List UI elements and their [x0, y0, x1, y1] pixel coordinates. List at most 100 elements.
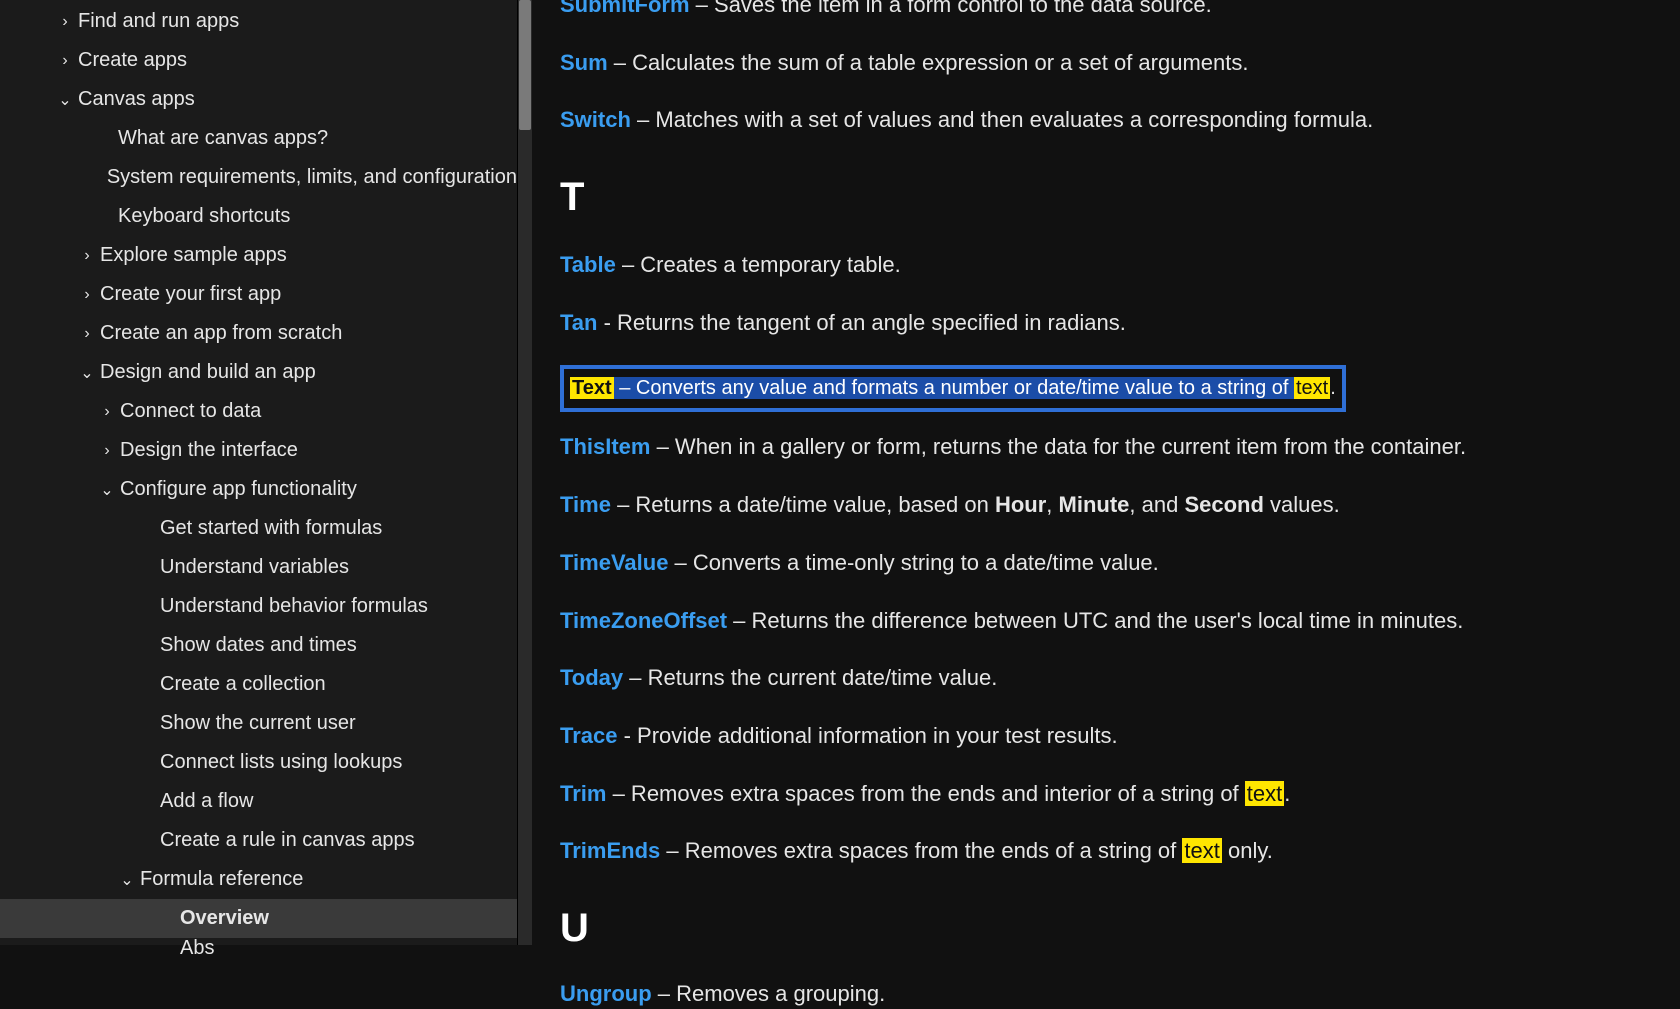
doc-content: SubmitForm – Saves the item in a form co… — [560, 0, 1660, 945]
nav-item-configure-app-functionality[interactable]: ⌄Configure app functionality — [0, 470, 517, 509]
fn-tan: Tan - Returns the tangent of an angle sp… — [560, 308, 1660, 338]
nav-item-keyboard-shortcuts[interactable]: Keyboard shortcuts — [0, 197, 517, 236]
nav-item-abs[interactable]: Abs — [0, 938, 517, 958]
bold-minute: Minute — [1059, 492, 1130, 517]
fn-ungroup: Ungroup – Removes a grouping. — [560, 979, 1660, 1009]
nav-label: System requirements, limits, and configu… — [107, 166, 517, 189]
fn-desc: – Returns the current date/time value. — [623, 665, 997, 690]
fn-link-table[interactable]: Table — [560, 252, 616, 277]
nav-sidebar: ›Find and run apps›Create apps⌄Canvas ap… — [0, 0, 518, 945]
nav-item-explore-sample-apps[interactable]: › Explore sample apps — [0, 236, 517, 275]
fn-timevalue: TimeValue – Converts a time-only string … — [560, 548, 1660, 578]
nav-label: Explore sample apps — [100, 244, 287, 267]
nav-item-connect-to-data[interactable]: ›Connect to data — [0, 392, 517, 431]
nav-label: Design and build an app — [100, 361, 316, 384]
fn-desc: – Returns the difference between UTC and… — [727, 608, 1463, 633]
highlight-text: text — [1245, 781, 1284, 806]
nav-label: Get started with formulas — [160, 517, 382, 540]
nav-label: Show dates and times — [160, 634, 357, 657]
fn-desc: – When in a gallery or form, returns the… — [650, 434, 1466, 459]
chevron-right-icon: › — [100, 442, 114, 460]
fn-desc: – Creates a temporary table. — [616, 252, 901, 277]
fn-trim: Trim – Removes extra spaces from the end… — [560, 779, 1660, 809]
fn-link-sum[interactable]: Sum — [560, 50, 608, 75]
nav-label: Create an app from scratch — [100, 322, 342, 345]
fn-trace: Trace - Provide additional information i… — [560, 721, 1660, 751]
chevron-down-icon: ⌄ — [80, 363, 94, 383]
nav-item-formula-reference[interactable]: ⌄Formula reference — [0, 860, 517, 899]
fn-link-trim[interactable]: Trim — [560, 781, 606, 806]
nav-item-system-requirements-limits-and-configuration[interactable]: System requirements, limits, and configu… — [0, 158, 517, 197]
fn-desc: – Removes extra spaces from the ends of … — [660, 838, 1182, 863]
nav-label: Configure app functionality — [120, 478, 357, 501]
find-result-active: Text – Converts any value and formats a … — [560, 365, 1346, 412]
nav-item-canvas-apps[interactable]: ⌄Canvas apps — [0, 80, 517, 119]
fn-link-ungroup[interactable]: Ungroup — [560, 981, 652, 1006]
fn-link-text[interactable]: Text — [570, 377, 614, 399]
fn-timezoneoffset: TimeZoneOffset – Returns the difference … — [560, 606, 1660, 636]
fn-link-today[interactable]: Today — [560, 665, 623, 690]
nav-item-create-a-rule-in-canvas-apps[interactable]: Create a rule in canvas apps — [0, 821, 517, 860]
fn-switch: Switch – Matches with a set of values an… — [560, 105, 1660, 135]
fn-link-switch[interactable]: Switch — [560, 107, 631, 132]
highlight-text: text — [1182, 838, 1221, 863]
nav-label: Find and run apps — [78, 10, 239, 33]
fn-link-time[interactable]: Time — [560, 492, 611, 517]
fn-desc: – Removes extra spaces from the ends and… — [606, 781, 1244, 806]
nav-item-connect-lists-using-lookups[interactable]: Connect lists using lookups — [0, 743, 517, 782]
fn-link-submitform[interactable]: SubmitForm — [560, 0, 690, 17]
chevron-right-icon: › — [80, 247, 94, 265]
nav-item-what-are-canvas-apps[interactable]: What are canvas apps? — [0, 119, 517, 158]
nav-item-understand-behavior-formulas[interactable]: Understand behavior formulas — [0, 587, 517, 626]
nav-label: Create a rule in canvas apps — [160, 829, 415, 852]
fn-submitform: SubmitForm – Saves the item in a form co… — [560, 0, 1660, 20]
fn-link-tan[interactable]: Tan — [560, 310, 597, 335]
fn-desc: – Removes a grouping. — [652, 981, 886, 1006]
fn-desc: – Returns a date/time value, based on — [611, 492, 995, 517]
nav-label: Create a collection — [160, 673, 326, 696]
fn-link-trimends[interactable]: TrimEnds — [560, 838, 660, 863]
nav-item-create-apps[interactable]: ›Create apps — [0, 41, 517, 80]
fn-desc-tail: . — [1330, 377, 1336, 399]
nav-label: Connect to data — [120, 400, 261, 423]
fn-link-timevalue[interactable]: TimeValue — [560, 550, 668, 575]
nav-item-show-dates-and-times[interactable]: Show dates and times — [0, 626, 517, 665]
fn-thisitem: ThisItem – When in a gallery or form, re… — [560, 432, 1660, 462]
fn-today: Today – Returns the current date/time va… — [560, 663, 1660, 693]
nav-label: Create apps — [78, 49, 187, 72]
nav-label: Overview — [180, 907, 269, 930]
fn-desc-selected: – Converts any value and formats a numbe… — [614, 377, 1294, 399]
fn-desc: – Matches with a set of values and then … — [631, 107, 1373, 132]
fn-table: Table – Creates a temporary table. — [560, 250, 1660, 280]
nav-item-overview[interactable]: Overview — [0, 899, 517, 938]
highlight-text: text — [1294, 377, 1330, 399]
nav-item-create-a-collection[interactable]: Create a collection — [0, 665, 517, 704]
fn-desc: – Calculates the sum of a table expressi… — [608, 50, 1249, 75]
chevron-right-icon: › — [80, 325, 94, 343]
nav-label: Abs — [180, 937, 214, 960]
nav-label: Create your first app — [100, 283, 281, 306]
fn-link-timezoneoffset[interactable]: TimeZoneOffset — [560, 608, 727, 633]
nav-item-create-your-first-app[interactable]: › Create your first app — [0, 275, 517, 314]
fn-desc: - Returns the tangent of an angle specif… — [597, 310, 1125, 335]
fn-trimends: TrimEnds – Removes extra spaces from the… — [560, 836, 1660, 866]
nav-item-show-the-current-user[interactable]: Show the current user — [0, 704, 517, 743]
fn-link-trace[interactable]: Trace — [560, 723, 618, 748]
nav-label: Connect lists using lookups — [160, 751, 402, 774]
nav-item-get-started-with-formulas[interactable]: Get started with formulas — [0, 509, 517, 548]
nav-item-understand-variables[interactable]: Understand variables — [0, 548, 517, 587]
nav-item-create-an-app-from-scratch[interactable]: › Create an app from scratch — [0, 314, 517, 353]
section-heading-t: T — [560, 175, 1660, 220]
nav-item-design-the-interface[interactable]: ›Design the interface — [0, 431, 517, 470]
sidebar-scrollbar[interactable] — [518, 0, 532, 945]
nav-label: Canvas apps — [78, 88, 195, 111]
nav-label: What are canvas apps? — [118, 127, 328, 150]
fn-sum: Sum – Calculates the sum of a table expr… — [560, 48, 1660, 78]
fn-desc: – Saves the item in a form control to th… — [690, 0, 1212, 17]
nav-item-design-and-build-an-app[interactable]: ⌄ Design and build an app — [0, 353, 517, 392]
chevron-right-icon: › — [80, 286, 94, 304]
fn-link-thisitem[interactable]: ThisItem — [560, 434, 650, 459]
nav-item-add-a-flow[interactable]: Add a flow — [0, 782, 517, 821]
scrollbar-thumb[interactable] — [519, 0, 531, 130]
nav-item-find-and-run-apps[interactable]: ›Find and run apps — [0, 2, 517, 41]
